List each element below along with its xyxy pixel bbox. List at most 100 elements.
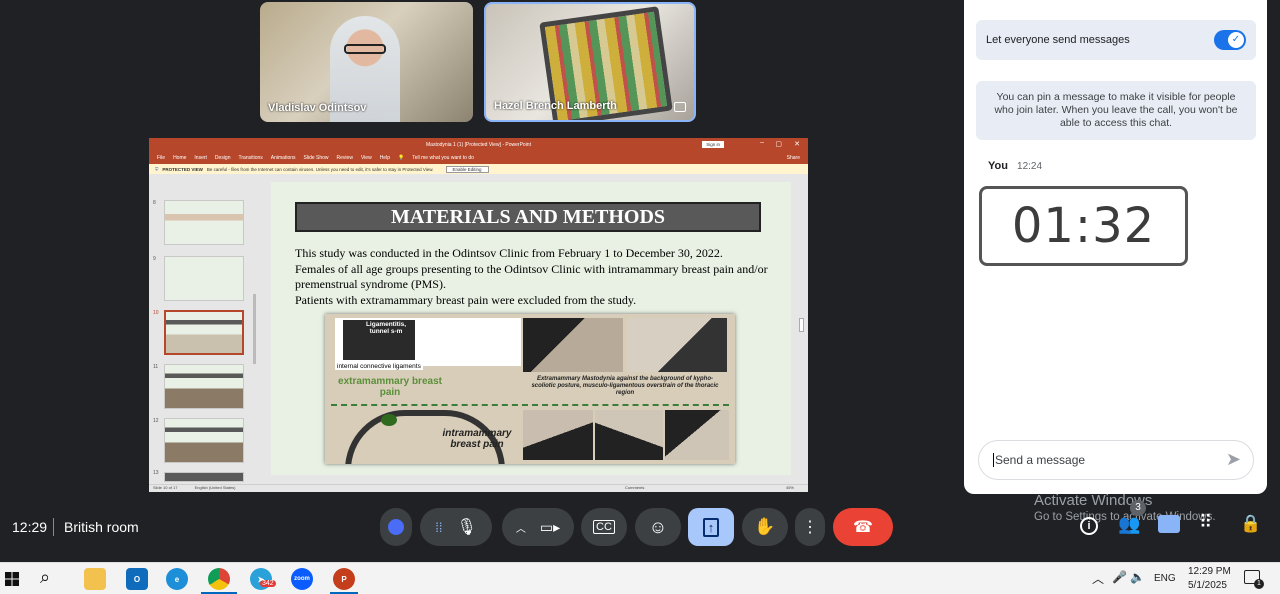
send-icon[interactable]: ➤	[1226, 449, 1241, 470]
menu-file[interactable]: File	[157, 155, 165, 161]
slide-scrollbar[interactable]	[799, 318, 804, 332]
dashed-divider	[331, 404, 729, 406]
slide-paragraph: Females of all age groups presenting to …	[295, 261, 768, 292]
current-slide: MATERIALS AND METHODS This study was con…	[271, 182, 791, 475]
chrome-icon[interactable]	[208, 568, 230, 590]
chevron-up-icon[interactable]: ︿	[516, 520, 526, 535]
pin-info-box: You can pin a message to make it visible…	[976, 81, 1256, 140]
shield-icon: ⛨	[155, 166, 159, 172]
windows-start-icon[interactable]	[5, 572, 19, 586]
minimize-icon[interactable]: –	[760, 139, 764, 146]
figure-photo-bottom-1	[523, 410, 593, 460]
activities-icon[interactable]: ⠿	[1199, 512, 1212, 533]
reactions-avatar-button[interactable]	[380, 508, 412, 546]
info-icon[interactable]: i	[1080, 517, 1098, 535]
audio-control-group: ⁞⁞ 🎙	[420, 508, 492, 546]
slide-thumb-11[interactable]	[164, 364, 244, 409]
sign-in-button[interactable]: Sign in	[702, 141, 724, 148]
slide-thumb-10[interactable]	[164, 310, 244, 355]
more-options-button[interactable]: ⋮	[795, 508, 825, 546]
ppt-titlebar: Mastodynia 1 (1) [Protected View] - Powe…	[149, 138, 808, 152]
clock-time[interactable]: 12:29 PM	[1188, 566, 1231, 577]
host-controls-icon[interactable]: 🔒	[1240, 514, 1261, 534]
menu-help[interactable]: Help	[380, 155, 390, 161]
thumbs-scrollbar[interactable]	[253, 294, 256, 364]
caption-label: Extramammary Mastodynia against the back…	[531, 376, 719, 396]
protected-message: Be careful - files from the Internet can…	[206, 166, 434, 172]
emoji-button[interactable]: ☺	[635, 508, 681, 546]
language-indicator[interactable]: ENG	[1154, 573, 1176, 584]
edge-icon[interactable]: e	[166, 568, 188, 590]
message-time: 12:24	[1017, 161, 1043, 172]
raise-hand-button[interactable]: ✋	[742, 508, 788, 546]
protected-view-bar: ⛨ PROTECTED VIEW Be careful - files from…	[149, 164, 808, 174]
hand-icon: ✋	[754, 517, 776, 536]
zoom-level[interactable]: 45%	[786, 485, 794, 490]
camera-icon[interactable]: ▭▸	[540, 519, 560, 536]
people-icon[interactable]: 👥	[1118, 514, 1140, 535]
tell-me-input[interactable]: Tell me what you want to do	[412, 155, 474, 161]
microphone-icon[interactable]: 🎙	[456, 517, 476, 537]
participant-tile-1[interactable]: Vladislav Odintsov	[260, 2, 473, 122]
protected-label: PROTECTED VIEW	[162, 166, 203, 172]
windows-taskbar: ⌕ O e ➤ 342 zoom P ︿ 🎤 🔈 ENG 12:29 PM 5/…	[0, 562, 1280, 594]
outlook-icon[interactable]: O	[126, 568, 148, 590]
chat-icon[interactable]	[1158, 515, 1180, 533]
slide-thumb-8[interactable]	[164, 200, 244, 245]
menu-home[interactable]: Home	[173, 155, 186, 161]
lightbulb-icon: 💡	[397, 155, 405, 161]
enable-editing-button[interactable]: Enable Editing	[445, 165, 489, 173]
message-input-box[interactable]: Send a message ➤	[978, 440, 1254, 480]
file-explorer-icon[interactable]	[84, 568, 106, 590]
speaker-icon[interactable]: 🔈	[1130, 570, 1145, 584]
pip-icon[interactable]	[674, 102, 686, 112]
chevron-up-icon[interactable]: ︿	[1092, 570, 1104, 587]
comments-button[interactable]: Comments	[625, 485, 644, 490]
maximize-icon[interactable]: ▢	[775, 140, 782, 148]
menu-view[interactable]: View	[361, 155, 372, 161]
menu-design[interactable]: Design	[215, 155, 231, 161]
menu-transitions[interactable]: Transitions	[239, 155, 263, 161]
zoom-icon[interactable]: zoom	[291, 568, 313, 590]
avatar-dot	[388, 519, 404, 535]
ligament-label: Ligamentitis, tunnel s-m	[365, 321, 407, 335]
notification-count: 1	[1254, 579, 1264, 589]
present-button[interactable]: ↑	[688, 508, 734, 546]
connective-label: internal connective ligaments	[335, 363, 423, 370]
menu-animations[interactable]: Animations	[271, 155, 296, 161]
thumb-number: 10	[153, 310, 159, 316]
message-input[interactable]: Send a message	[993, 453, 1085, 467]
participant-tile-2[interactable]: Hazel Brench Lamberth	[484, 2, 696, 122]
menu-review[interactable]: Review	[337, 155, 353, 161]
slide-thumb-12[interactable]	[164, 418, 244, 463]
intramammary-label: intramammary breast pain	[442, 428, 512, 450]
share-button[interactable]: Share	[787, 155, 800, 161]
time-divider	[53, 518, 54, 536]
close-icon[interactable]: ✕	[794, 140, 800, 148]
menu-slideshow[interactable]: Slide Show	[304, 155, 329, 161]
powerpoint-icon[interactable]: P	[333, 568, 355, 590]
zoom-label: zoom	[294, 576, 310, 582]
audio-level-icon: ⁞⁞	[435, 519, 443, 535]
camera-control-group: ︿ ▭▸	[502, 508, 574, 546]
activate-title: Activate Windows	[1034, 492, 1153, 509]
extramammary-label: extramammary breast pain	[338, 376, 442, 398]
slide-thumb-13[interactable]	[164, 472, 244, 482]
thumb-number: 11	[153, 364, 159, 370]
send-messages-toggle[interactable]: ✓	[1214, 30, 1246, 50]
ppt-ribbon-menu: File Home Insert Design Transitions Anim…	[149, 152, 808, 164]
language-status: English (United States)	[194, 485, 236, 490]
slide-title: MATERIALS AND METHODS	[295, 202, 761, 232]
leave-call-button[interactable]: ☎	[833, 508, 893, 546]
check-icon: ✓	[1228, 32, 1244, 48]
toggle-label: Let everyone send messages	[986, 34, 1130, 46]
slide-thumb-9[interactable]	[164, 256, 244, 301]
figure-photo-top-right	[627, 318, 727, 372]
search-icon[interactable]: ⌕	[40, 567, 50, 588]
clock-date[interactable]: 5/1/2025	[1188, 580, 1227, 591]
menu-insert[interactable]: Insert	[194, 155, 207, 161]
thumb-number: 12	[153, 418, 159, 424]
message-sender: You	[988, 160, 1008, 172]
captions-button[interactable]: CC	[581, 508, 627, 546]
mic-tray-icon[interactable]: 🎤	[1112, 570, 1127, 584]
